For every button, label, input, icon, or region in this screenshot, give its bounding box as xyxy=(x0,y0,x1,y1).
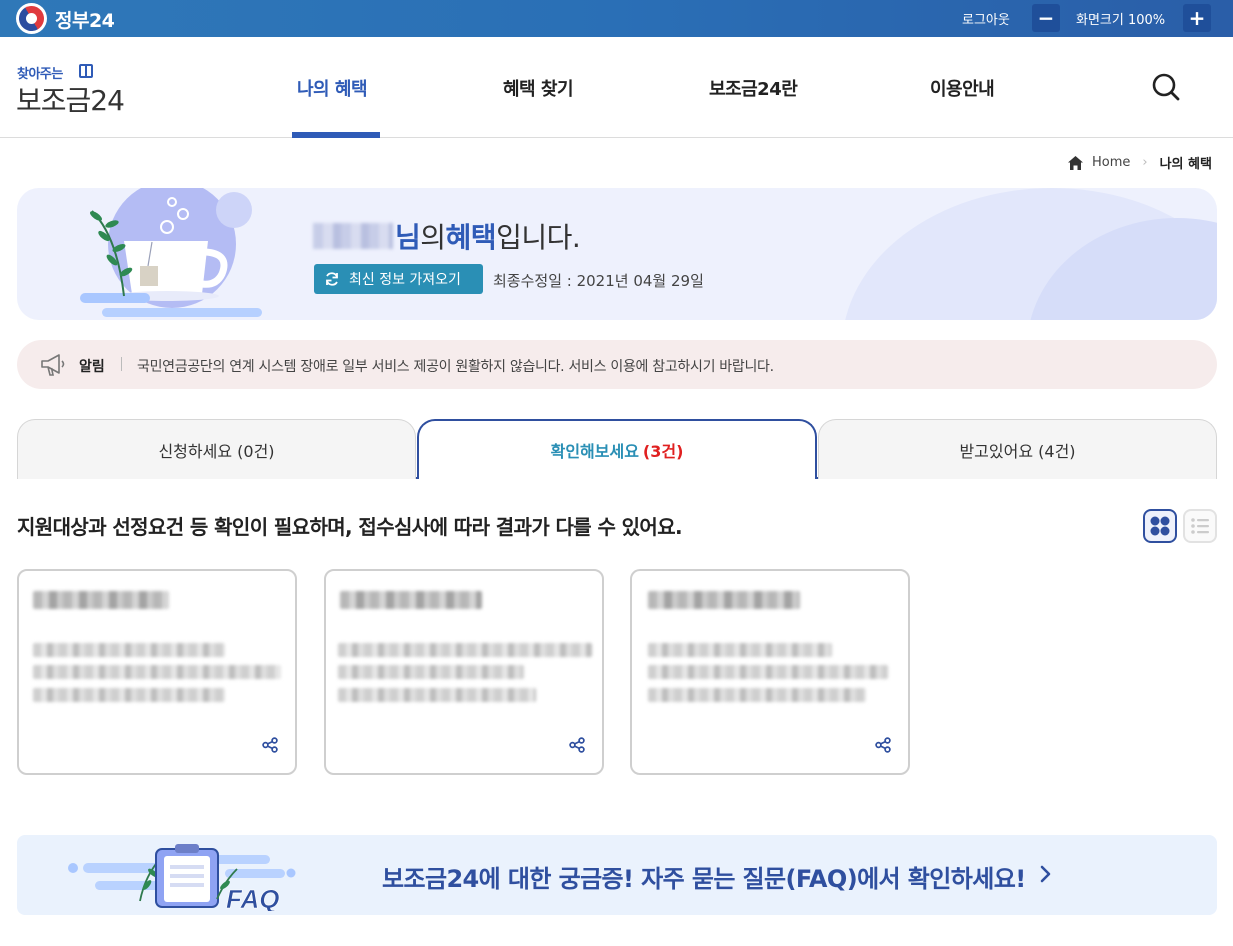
card-text-redacted xyxy=(338,643,592,657)
tab-count: (0건) xyxy=(237,441,275,461)
card-title-redacted xyxy=(33,591,169,609)
tab-count: (4건) xyxy=(1038,441,1076,461)
card-title-redacted xyxy=(340,591,482,609)
breadcrumb-home[interactable]: Home xyxy=(1092,155,1130,170)
nav-find-benefits[interactable]: 혜택 찾기 xyxy=(503,75,574,101)
breadcrumb-current: 나의 혜택 xyxy=(1159,157,1212,172)
section-description: 지원대상과 선정요건 등 확인이 필요하며, 접수심사에 따라 결과가 다를 수… xyxy=(17,515,683,539)
plus-icon: + xyxy=(1188,6,1206,30)
last-modified-date: 최종수정일 : 2021년 04월 29일 xyxy=(493,272,704,290)
benefit-card[interactable] xyxy=(324,569,604,775)
main-header: 찾아주는 보조금24 나의 혜택 혜택 찾기 보조금24란 이용안내 xyxy=(0,37,1233,138)
list-view-button[interactable] xyxy=(1183,509,1217,543)
refresh-info-button[interactable]: 최신 정보 가져오기 xyxy=(314,264,483,294)
breadcrumb: Home › 나의 혜택 xyxy=(1068,153,1212,172)
nav-about[interactable]: 보조금24란 xyxy=(709,75,798,101)
brand-logo[interactable]: 보조금24 xyxy=(16,79,125,119)
logout-link[interactable]: 로그아웃 xyxy=(962,9,1010,28)
chevron-right-icon: › xyxy=(1142,155,1148,170)
search-icon[interactable] xyxy=(1152,73,1180,101)
divider xyxy=(121,357,122,371)
chevron-right-icon xyxy=(1040,865,1051,883)
tab-check[interactable]: 확인해보세요 (3건) xyxy=(417,419,817,479)
faq-clipboard-illustration: FAQ xyxy=(68,844,296,911)
faq-link-text[interactable]: 보조금24에 대한 궁금증! 자주 묻는 질문(FAQ)에서 확인하세요! xyxy=(382,859,1026,894)
gov-emblem-icon[interactable] xyxy=(16,3,47,34)
card-text-redacted xyxy=(648,665,888,679)
gift-icon xyxy=(79,64,93,78)
grid-view-icon xyxy=(1150,516,1170,536)
tab-label: 받고있어요 xyxy=(959,441,1034,461)
greeting-end: 입니다. xyxy=(496,221,581,254)
greeting-mid: 의 xyxy=(420,221,446,254)
card-text-redacted xyxy=(33,643,225,657)
nav-guide[interactable]: 이용안내 xyxy=(930,75,995,101)
card-text-redacted xyxy=(338,665,524,679)
notice-bar: 알림 국민연금공단의 연계 시스템 장애로 일부 서비스 제공이 원활하지 않습… xyxy=(17,340,1217,389)
card-text-redacted xyxy=(33,665,281,679)
refresh-label: 최신 정보 가져오기 xyxy=(349,272,461,288)
list-view-icon xyxy=(1191,518,1209,534)
home-icon[interactable] xyxy=(1068,155,1083,170)
benefit-card[interactable] xyxy=(17,569,297,775)
tab-apply[interactable]: 신청하세요 (0건) xyxy=(17,419,416,479)
card-text-redacted xyxy=(33,688,225,702)
notice-text: 국민연금공단의 연계 시스템 장애로 일부 서비스 제공이 원활하지 않습니다.… xyxy=(137,359,774,375)
card-text-redacted xyxy=(338,688,536,702)
grid-view-button[interactable] xyxy=(1143,509,1177,543)
user-name-redacted xyxy=(313,223,393,249)
faq-badge: FAQ xyxy=(226,884,279,911)
zoom-in-button[interactable]: + xyxy=(1183,4,1211,32)
share-icon[interactable] xyxy=(569,737,585,753)
faq-banner[interactable]: FAQ 보조금24에 대한 궁금증! 자주 묻는 질문(FAQ)에서 확인하세요… xyxy=(17,835,1217,915)
name-suffix: 님 xyxy=(395,221,421,254)
tab-label: 확인해보세요 xyxy=(550,442,639,461)
benefit-card[interactable] xyxy=(630,569,910,775)
tab-receiving[interactable]: 받고있어요 (4건) xyxy=(818,419,1217,479)
benefit-banner: 님의 혜택 입니다. 최신 정보 가져오기 최종수정일 : 2021년 04월 2… xyxy=(17,188,1217,320)
zoom-level: 화면크기 100% xyxy=(1076,13,1166,28)
card-title-redacted xyxy=(648,591,800,609)
top-bar: 정부24 로그아웃 − 화면크기 100% + xyxy=(0,0,1233,37)
zoom-out-button[interactable]: − xyxy=(1032,4,1060,32)
tab-label: 신청하세요 xyxy=(158,441,233,461)
card-text-redacted xyxy=(648,688,866,702)
site-title[interactable]: 정부24 xyxy=(55,6,115,33)
greeting-heading: 님의 혜택 입니다. xyxy=(313,216,581,256)
refresh-icon xyxy=(326,272,338,286)
active-nav-indicator xyxy=(292,132,380,138)
minus-icon: − xyxy=(1037,6,1055,30)
teacup-illustration xyxy=(80,188,262,317)
tab-count: (3건) xyxy=(642,442,684,461)
nav-my-benefits[interactable]: 나의 혜택 xyxy=(297,75,368,101)
megaphone-icon xyxy=(41,354,65,376)
card-text-redacted xyxy=(648,643,832,657)
notice-label: 알림 xyxy=(79,359,105,375)
share-icon[interactable] xyxy=(262,737,278,753)
greeting-bold: 혜택 xyxy=(445,221,497,254)
share-icon[interactable] xyxy=(875,737,891,753)
